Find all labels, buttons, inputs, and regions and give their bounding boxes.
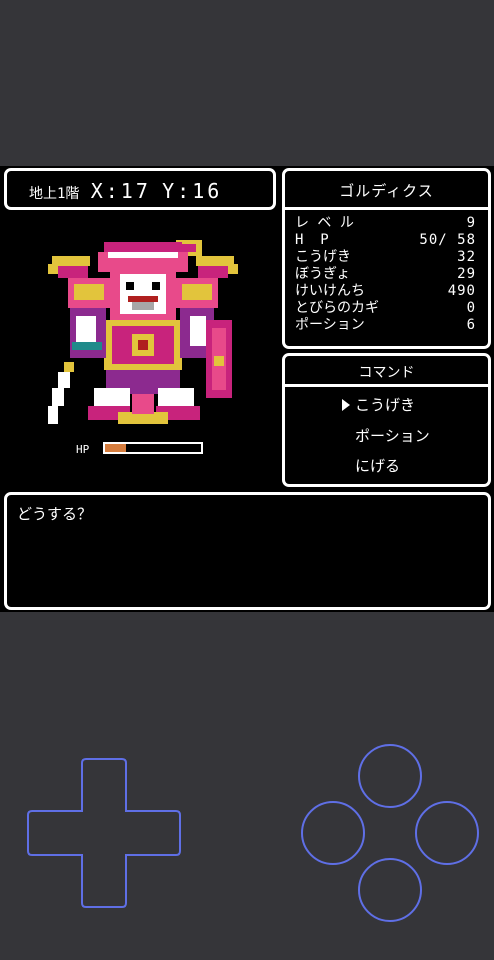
stat-label: レ ベ ル xyxy=(295,215,354,231)
stat-label: ぼうぎょ xyxy=(295,266,351,282)
message-window: どうする？ xyxy=(4,492,491,610)
x-value: 17 xyxy=(120,179,151,203)
command-flee[interactable]: にげる xyxy=(355,455,400,476)
stat-row-experience: けいけんち 490 xyxy=(295,283,476,300)
selection-cursor-icon xyxy=(342,399,350,411)
bottom-button[interactable] xyxy=(358,858,422,922)
stat-value: 29 xyxy=(457,266,476,282)
stat-value: 490 xyxy=(447,283,476,299)
location-readout: 地上1階 X:17 Y:16 xyxy=(29,179,222,203)
character-name: ゴルディクス xyxy=(339,182,434,200)
stat-label: けいけんち xyxy=(295,283,365,299)
stat-label: こうげき xyxy=(295,249,351,265)
stat-value: 32 xyxy=(457,249,476,265)
command-potion[interactable]: ポーション xyxy=(355,425,430,446)
y-value: 16 xyxy=(192,179,223,203)
status-window: ゴルディクス レ ベ ル 9 H P 50/ 58 こうげき 32 ぼうぎょ 2… xyxy=(282,168,491,349)
stat-value: 6 xyxy=(466,317,476,333)
stat-label: H P xyxy=(295,232,329,248)
stat-row-hp: H P 50/ 58 xyxy=(295,232,476,249)
command-divider xyxy=(285,384,488,387)
enemy-hp-bar xyxy=(103,442,203,454)
message-text: どうする？ xyxy=(17,505,93,523)
game-screen: 地上1階 X:17 Y:16 ゴルディクス レ ベ ル 9 H P 50/ 58… xyxy=(0,166,494,612)
command-window: コマンド こうげき ポーション にげる xyxy=(282,353,491,487)
stat-row-level: レ ベ ル 9 xyxy=(295,215,476,232)
location-window: 地上1階 X:17 Y:16 xyxy=(4,168,276,210)
stat-row-attack: こうげき 32 xyxy=(295,249,476,266)
stat-row-door-keys: とびらのカギ 0 xyxy=(295,300,476,317)
x-label: X: xyxy=(90,179,121,203)
stat-row-potions: ポーション 6 xyxy=(295,317,476,334)
stat-value: 0 xyxy=(466,300,476,316)
enemy-hp-label: HP xyxy=(76,443,90,456)
enemy-hp-fill xyxy=(105,444,127,452)
left-button[interactable] xyxy=(301,801,365,865)
stat-label: とびらのカギ xyxy=(295,300,379,316)
command-title: コマンド xyxy=(358,365,415,381)
stat-row-defense: ぼうぎょ 29 xyxy=(295,266,476,283)
monster-sprite-icon xyxy=(48,240,238,424)
top-button[interactable] xyxy=(358,744,422,808)
right-button[interactable] xyxy=(415,801,479,865)
dpad-icon[interactable] xyxy=(26,757,182,909)
command-attack[interactable]: こうげき xyxy=(355,394,415,415)
stat-value: 50/ 58 xyxy=(419,232,476,248)
stat-value: 9 xyxy=(466,215,476,231)
floor-label: 地上1階 xyxy=(29,186,80,202)
stat-label: ポーション xyxy=(295,317,365,333)
y-label: Y: xyxy=(162,179,193,203)
status-divider xyxy=(285,207,488,210)
